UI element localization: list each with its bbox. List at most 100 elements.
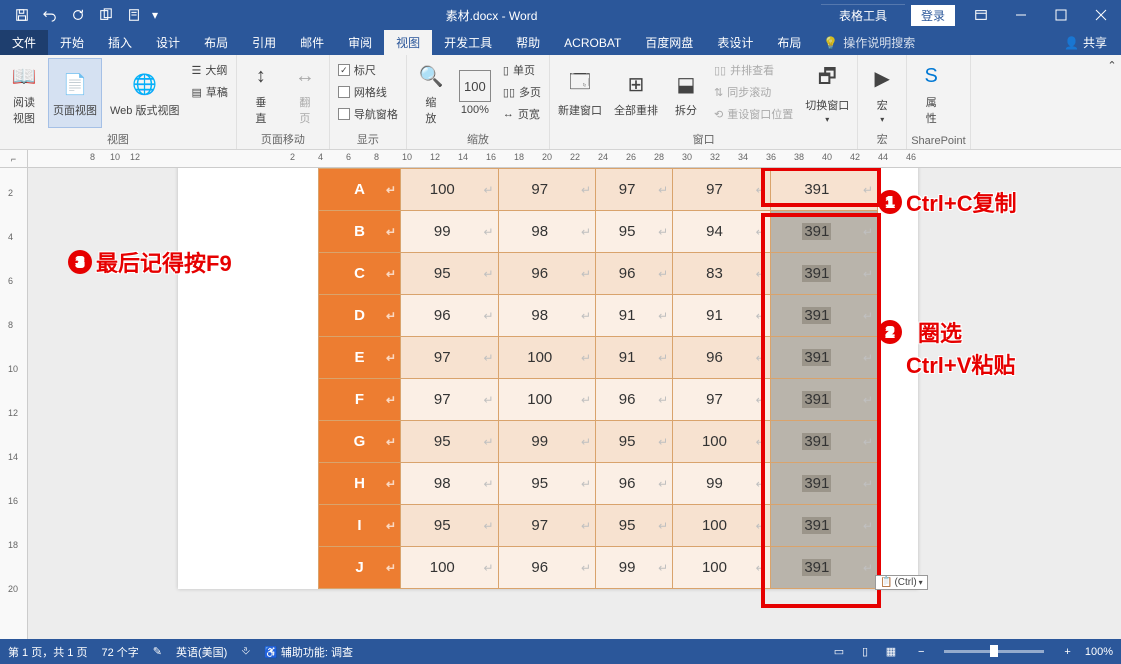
zoom-level[interactable]: 100%: [1085, 646, 1113, 658]
table-cell[interactable]: 97↵: [401, 379, 499, 421]
table-cell[interactable]: 391↵: [770, 337, 877, 379]
save-button[interactable]: [8, 1, 36, 29]
table-row[interactable]: A↵100↵97↵97↵97↵391↵: [319, 169, 878, 211]
zoom-thumb[interactable]: [990, 645, 998, 657]
multi-page-button[interactable]: ▯▯多页: [499, 82, 545, 102]
menu-dev[interactable]: 开发工具: [432, 30, 504, 55]
split-button[interactable]: ⬓拆分: [666, 58, 706, 128]
table-cell[interactable]: 96↵: [596, 379, 673, 421]
menu-review[interactable]: 审阅: [336, 30, 384, 55]
menu-file[interactable]: 文件: [0, 30, 48, 55]
table-cell[interactable]: 95↵: [401, 253, 499, 295]
row-header[interactable]: A↵: [319, 169, 401, 211]
table-cell[interactable]: 391↵: [770, 421, 877, 463]
table-cell[interactable]: 100↵: [498, 337, 596, 379]
tell-me-search[interactable]: 💡操作说明搜索: [813, 30, 925, 55]
web-layout-button[interactable]: 🌐Web 版式视图: [106, 58, 183, 128]
row-header[interactable]: I↵: [319, 505, 401, 547]
menu-home[interactable]: 开始: [48, 30, 96, 55]
table-cell[interactable]: 95↵: [596, 211, 673, 253]
table-cell[interactable]: 83↵: [673, 253, 771, 295]
redo-button[interactable]: [64, 1, 92, 29]
spellcheck-icon[interactable]: ✎: [153, 645, 162, 658]
table-cell[interactable]: 91↵: [673, 295, 771, 337]
outline-button[interactable]: ☰大纲: [187, 60, 231, 80]
row-header[interactable]: F↵: [319, 379, 401, 421]
table-cell[interactable]: 391↵: [770, 379, 877, 421]
table-row[interactable]: D↵96↵98↵91↵91↵391↵: [319, 295, 878, 337]
web-layout-view-button[interactable]: ▦: [878, 641, 904, 663]
table-row[interactable]: B↵99↵98↵95↵94↵391↵: [319, 211, 878, 253]
table-cell[interactable]: 96↵: [596, 253, 673, 295]
table-row[interactable]: J↵100↵96↵99↵100↵391↵: [319, 547, 878, 589]
maximize-button[interactable]: [1041, 0, 1081, 30]
read-view-button[interactable]: 📖阅读 视图: [4, 58, 44, 128]
draft-button[interactable]: ▤草稿: [187, 82, 231, 102]
zoom-100-button[interactable]: 100100%: [455, 58, 495, 128]
menu-table-design[interactable]: 表设计: [705, 30, 765, 55]
grid-checkbox[interactable]: 网格线: [334, 82, 402, 102]
ribbon-options-button[interactable]: [961, 0, 1001, 30]
data-table[interactable]: A↵100↵97↵97↵97↵391↵B↵99↵98↵95↵94↵391↵C↵9…: [318, 168, 878, 589]
flip-button[interactable]: ↔翻 页: [285, 58, 325, 128]
table-cell[interactable]: 99↵: [498, 421, 596, 463]
print-layout-view-button[interactable]: ▯: [852, 641, 878, 663]
switch-window-button[interactable]: 🗗切换窗口▾: [801, 58, 853, 128]
table-cell[interactable]: 391↵: [770, 295, 877, 337]
table-cell[interactable]: 391↵: [770, 169, 877, 211]
page[interactable]: A↵100↵97↵97↵97↵391↵B↵99↵98↵95↵94↵391↵C↵9…: [178, 168, 918, 589]
table-cell[interactable]: 97↵: [498, 169, 596, 211]
row-header[interactable]: G↵: [319, 421, 401, 463]
login-button[interactable]: 登录: [911, 5, 955, 26]
table-cell[interactable]: 95↵: [401, 505, 499, 547]
qat-button-4[interactable]: [92, 1, 120, 29]
properties-button[interactable]: S属 性: [911, 58, 951, 128]
page-status[interactable]: 第 1 页，共 1 页: [8, 644, 87, 660]
table-cell[interactable]: 98↵: [401, 463, 499, 505]
menu-insert[interactable]: 插入: [96, 30, 144, 55]
menu-layout[interactable]: 布局: [192, 30, 240, 55]
row-header[interactable]: D↵: [319, 295, 401, 337]
zoom-slider[interactable]: [944, 650, 1044, 653]
table-cell[interactable]: 391↵: [770, 253, 877, 295]
close-button[interactable]: [1081, 0, 1121, 30]
menu-mail[interactable]: 邮件: [288, 30, 336, 55]
table-cell[interactable]: 97↵: [673, 169, 771, 211]
nav-checkbox[interactable]: 导航窗格: [334, 104, 402, 124]
paste-options-button[interactable]: 📋(Ctrl)▾: [875, 575, 928, 590]
arrange-all-button[interactable]: ⊞全部重排: [610, 58, 662, 128]
table-cell[interactable]: 95↵: [498, 463, 596, 505]
table-row[interactable]: I↵95↵97↵95↵100↵391↵: [319, 505, 878, 547]
ruler-checkbox[interactable]: ✓标尺: [334, 60, 402, 80]
table-row[interactable]: G↵95↵99↵95↵100↵391↵: [319, 421, 878, 463]
row-header[interactable]: E↵: [319, 337, 401, 379]
vertical-ruler[interactable]: 2468101214161820: [0, 168, 28, 639]
sync-scroll-button[interactable]: ⇅同步滚动: [710, 82, 797, 102]
reset-window-button[interactable]: ⟲重设窗口位置: [710, 104, 797, 124]
table-cell[interactable]: 100↵: [673, 547, 771, 589]
table-cell[interactable]: 99↵: [401, 211, 499, 253]
table-cell[interactable]: 97↵: [498, 505, 596, 547]
row-header[interactable]: C↵: [319, 253, 401, 295]
table-cell[interactable]: 97↵: [673, 379, 771, 421]
minimize-button[interactable]: [1001, 0, 1041, 30]
table-row[interactable]: F↵97↵100↵96↵97↵391↵: [319, 379, 878, 421]
table-cell[interactable]: 97↵: [401, 337, 499, 379]
qat-button-5[interactable]: [120, 1, 148, 29]
table-row[interactable]: C↵95↵96↵96↵83↵391↵: [319, 253, 878, 295]
table-cell[interactable]: 100↵: [401, 169, 499, 211]
table-cell[interactable]: 391↵: [770, 463, 877, 505]
accessibility-status[interactable]: ♿ 辅助功能: 调查: [264, 644, 353, 660]
table-cell[interactable]: 97↵: [596, 169, 673, 211]
table-cell[interactable]: 91↵: [596, 337, 673, 379]
table-cell[interactable]: 96↵: [673, 337, 771, 379]
table-cell[interactable]: 99↵: [673, 463, 771, 505]
insert-mode[interactable]: ⎀: [241, 645, 250, 658]
table-cell[interactable]: 95↵: [596, 505, 673, 547]
table-cell[interactable]: 100↵: [673, 505, 771, 547]
read-mode-button[interactable]: ▭: [826, 641, 852, 663]
side-by-side-button[interactable]: ▯▯并排查看: [710, 60, 797, 80]
word-count[interactable]: 72 个字: [101, 644, 138, 660]
table-cell[interactable]: 96↵: [498, 547, 596, 589]
table-cell[interactable]: 94↵: [673, 211, 771, 253]
